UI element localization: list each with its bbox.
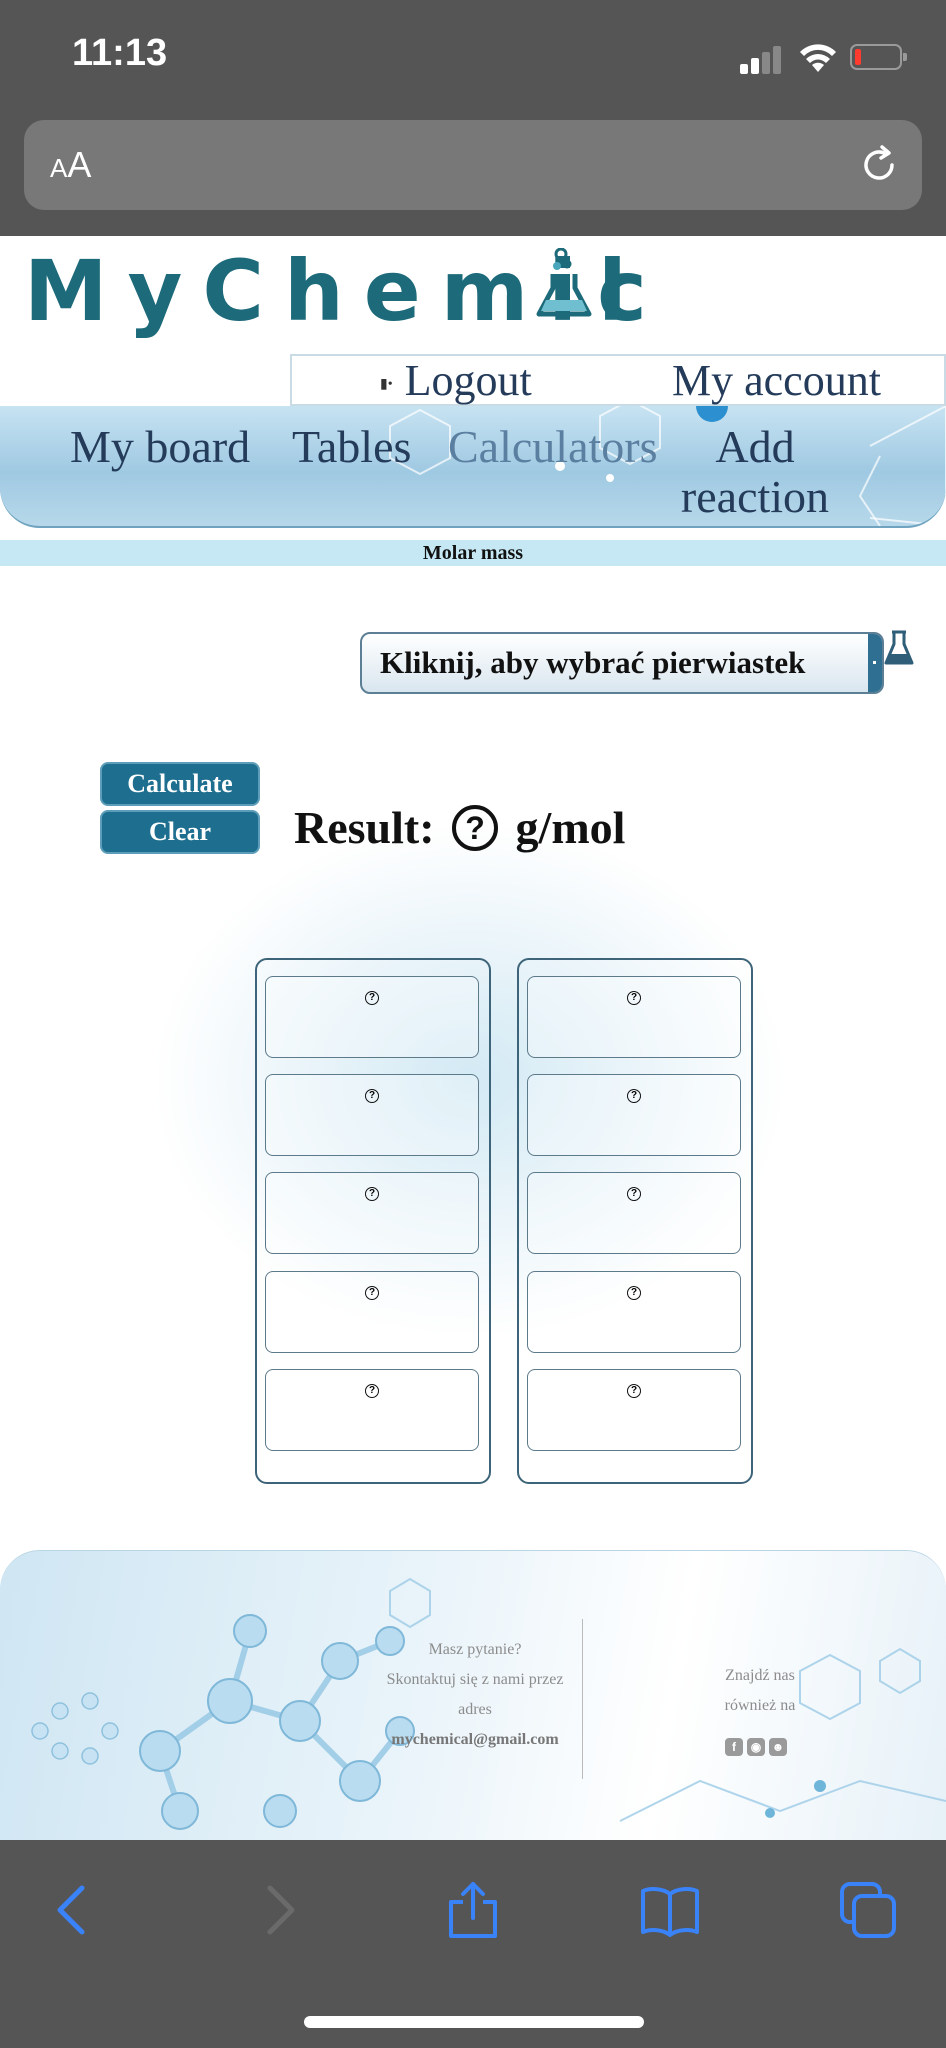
result-value: ?	[452, 805, 499, 851]
browser-chrome-top: 11:13 AA	[0, 0, 946, 236]
footer-find-line2: również na	[724, 1697, 796, 1714]
social-links: f ◉ ☻	[725, 1738, 791, 1756]
element-slot[interactable]: ?	[265, 1172, 479, 1254]
footer-question: Masz pytanie?	[428, 1641, 522, 1658]
calculate-button[interactable]: Calculate	[100, 762, 260, 806]
result-label: Result:	[294, 802, 435, 853]
logout-icon: ▮•	[380, 376, 393, 392]
tabs-icon[interactable]	[838, 1880, 898, 1940]
element-slot[interactable]: ?	[265, 1074, 479, 1156]
site-footer: Masz pytanie? Skontaktuj się z nami prze…	[0, 1550, 946, 1841]
footer-divider	[582, 1619, 583, 1779]
facebook-icon[interactable]: f	[725, 1738, 743, 1756]
footer-email-link[interactable]: mychemical@gmail.com	[370, 1725, 580, 1755]
logout-link[interactable]: ▮• Logout	[380, 356, 532, 406]
element-slot[interactable]: ?	[527, 1074, 741, 1156]
question-icon: ?	[365, 991, 379, 1005]
footer-find-line1: Znajdź nas	[725, 1667, 795, 1684]
share-icon[interactable]	[443, 1880, 503, 1940]
wifi-icon	[800, 44, 836, 72]
reader-text-size-button[interactable]: AA	[50, 144, 91, 186]
question-icon: ?	[627, 991, 641, 1005]
snapchat-icon[interactable]: ☻	[769, 1738, 787, 1756]
my-account-link[interactable]: My account	[672, 356, 881, 406]
flask-icon	[884, 630, 914, 665]
back-icon[interactable]	[44, 1880, 104, 1940]
page-title: Molar mass	[0, 540, 946, 566]
flask-logo-icon	[536, 248, 592, 317]
question-icon: ?	[365, 1089, 379, 1103]
result-display: Result: ? g/mol	[294, 800, 625, 856]
account-bar: ▮• Logout My account	[290, 354, 946, 406]
instagram-icon[interactable]: ◉	[747, 1738, 765, 1756]
chevron-down-icon	[868, 634, 882, 692]
element-column-left: ? ? ? ? ?	[255, 958, 491, 1484]
element-column-right: ? ? ? ? ?	[517, 958, 753, 1484]
nav-calculators[interactable]: Calculators	[448, 422, 658, 472]
question-icon: ?	[627, 1187, 641, 1201]
element-slot[interactable]: ?	[265, 976, 479, 1058]
question-icon: ?	[365, 1384, 379, 1398]
nav-my-board[interactable]: My board	[70, 422, 250, 472]
element-slot[interactable]: ?	[527, 976, 741, 1058]
cellular-signal-icon	[740, 44, 782, 74]
result-unit: g/mol	[515, 802, 626, 853]
footer-contact: Masz pytanie? Skontaktuj się z nami prze…	[370, 1635, 580, 1755]
nav-add-reaction[interactable]: Add reaction	[680, 422, 830, 522]
clear-button[interactable]: Clear	[100, 810, 260, 854]
address-bar[interactable]: AA	[24, 120, 922, 210]
footer-social-text: Znajdź nas również na	[700, 1661, 820, 1721]
main-nav: My board Tables Calculators Add reaction	[0, 406, 946, 528]
element-slot[interactable]: ?	[527, 1172, 741, 1254]
nav-tables[interactable]: Tables	[292, 422, 411, 472]
battery-icon	[850, 44, 907, 70]
element-slot[interactable]: ?	[527, 1369, 741, 1451]
question-icon: ?	[627, 1089, 641, 1103]
forward-icon[interactable]	[248, 1880, 308, 1940]
status-time: 11:13	[72, 32, 168, 74]
element-slot[interactable]: ?	[265, 1369, 479, 1451]
question-icon: ?	[627, 1286, 641, 1300]
element-select-dropdown[interactable]: Kliknij, aby wybrać pierwiastek	[360, 632, 884, 694]
bookmarks-icon[interactable]	[640, 1880, 700, 1940]
reload-icon[interactable]	[856, 142, 902, 188]
footer-contact-line1: Skontaktuj się z nami przez	[386, 1671, 564, 1688]
question-icon: ?	[365, 1187, 379, 1201]
question-icon: ?	[627, 1384, 641, 1398]
home-indicator[interactable]	[304, 2016, 644, 2028]
site-logo-tail: l	[598, 242, 627, 340]
element-slot[interactable]: ?	[265, 1271, 479, 1353]
question-icon: ?	[365, 1286, 379, 1300]
footer-contact-line2: adres	[458, 1701, 492, 1718]
element-slot[interactable]: ?	[527, 1271, 741, 1353]
browser-toolbar	[0, 1840, 946, 2048]
